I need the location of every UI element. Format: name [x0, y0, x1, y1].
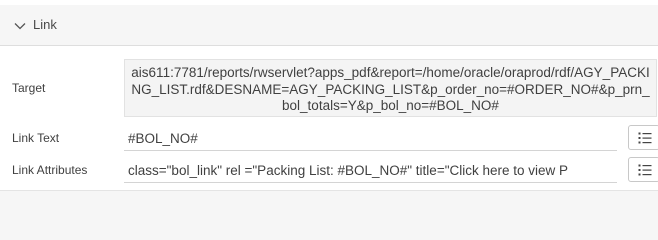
link-text-input[interactable]: [124, 126, 617, 151]
target-field[interactable]: ais611:7781/reports/rwservlet?apps_pdf&r…: [124, 59, 657, 117]
section-title: Link: [33, 17, 57, 32]
link-attributes-list-button[interactable]: [628, 157, 658, 182]
chevron-down-icon[interactable]: [14, 22, 26, 30]
link-text-label: Link Text: [12, 131, 60, 145]
link-attributes-label: Link Attributes: [12, 163, 88, 177]
bottom-strip: [0, 190, 658, 205]
link-attributes-input[interactable]: [124, 158, 617, 183]
target-label: Target: [12, 81, 46, 95]
list-icon: [638, 164, 652, 176]
list-icon: [638, 132, 652, 144]
link-section-header[interactable]: Link: [0, 5, 658, 46]
link-text-list-button[interactable]: [628, 125, 658, 150]
